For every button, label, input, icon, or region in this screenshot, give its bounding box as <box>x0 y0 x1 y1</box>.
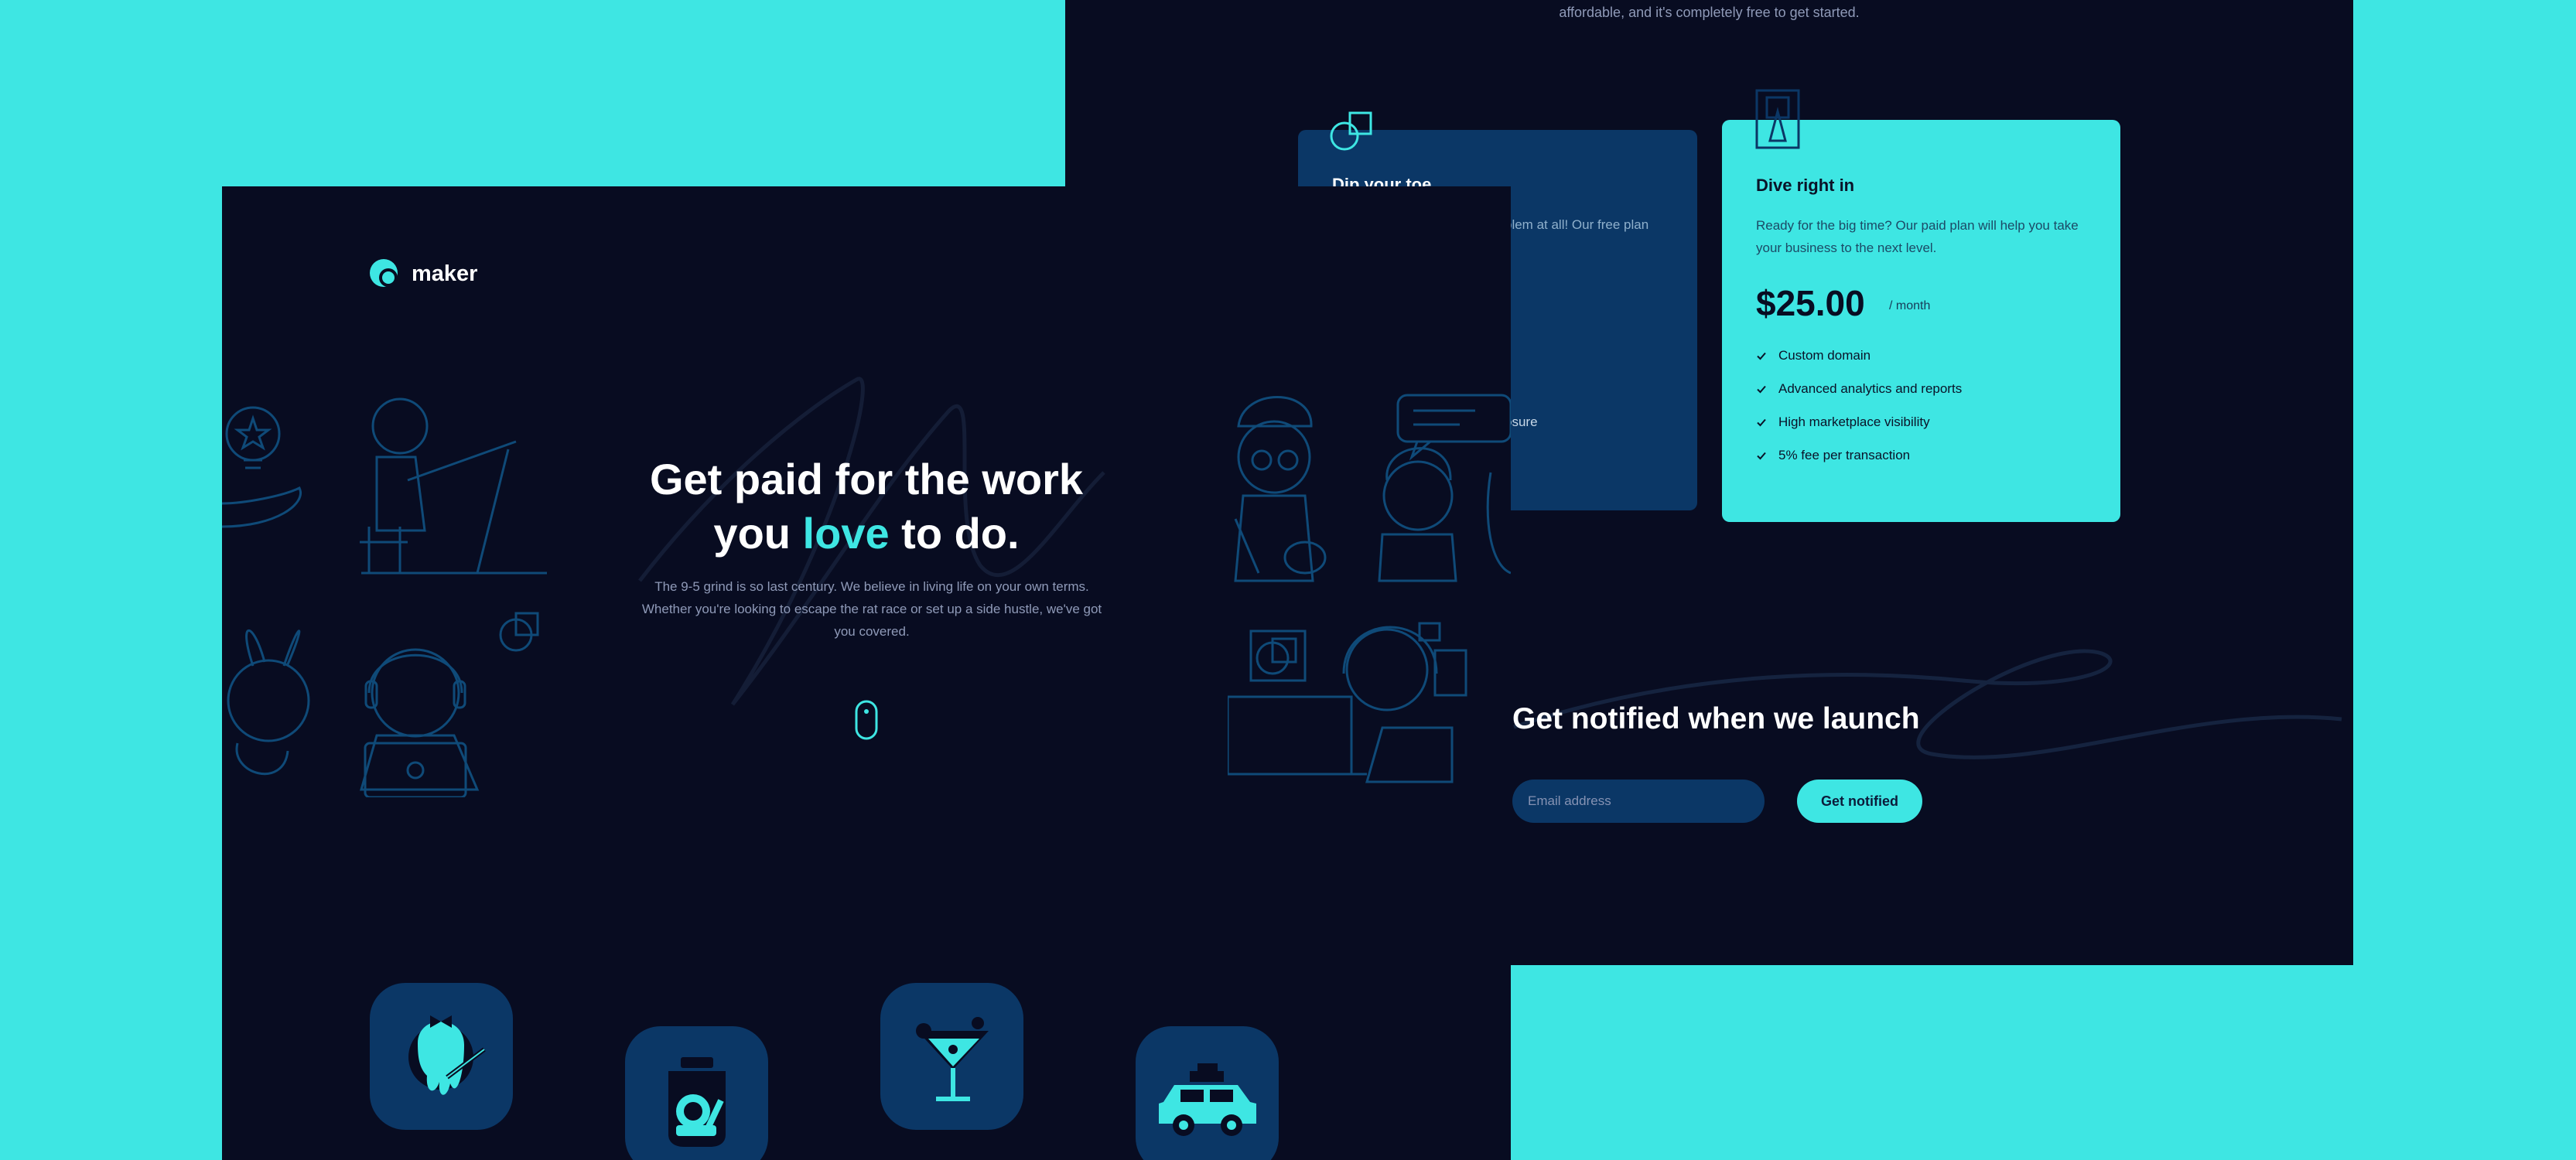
cocktail-tile[interactable] <box>880 983 1023 1130</box>
car-icon <box>1159 1063 1256 1136</box>
paid-plan-card: Dive right in Ready for the big time? Ou… <box>1722 120 2120 522</box>
hero-panel: maker Get paid for the work you love to … <box>222 186 1511 1160</box>
paid-plan-desc: Ready for the big time? Our paid plan wi… <box>1756 218 2079 255</box>
hero-description: The 9-5 grind is so last century. We bel… <box>641 579 1102 639</box>
email-input[interactable] <box>1512 780 1765 823</box>
paid-feature-label: High marketplace visibility <box>1778 415 1930 429</box>
maker-logo-icon <box>370 259 398 287</box>
pencil-frame-icon <box>1755 89 1800 149</box>
notify-title: Get notified when we launch <box>1512 702 1920 735</box>
paid-feature-label: 5% fee per transaction <box>1778 448 1911 462</box>
car-tile[interactable] <box>1136 1026 1279 1160</box>
hero-title-highlight: love <box>802 509 890 558</box>
money-jar-icon <box>668 1057 726 1147</box>
hero-title-you: you <box>713 509 791 558</box>
paid-feature-item: Advanced analytics and reports <box>1756 381 1962 397</box>
paid-feature-label: Advanced analytics and reports <box>1778 381 1963 396</box>
circle-square-icon <box>1330 111 1372 151</box>
logo[interactable]: maker <box>370 258 477 290</box>
hero-title-end: to do. <box>901 509 1020 558</box>
paint-tile[interactable] <box>370 983 513 1130</box>
check-icon <box>1757 418 1766 427</box>
paint-splash-icon <box>408 1015 486 1095</box>
check-icon <box>1757 352 1766 360</box>
paid-plan-price: $25.00 <box>1756 283 1865 323</box>
paid-feature-label: Custom domain <box>1778 348 1871 363</box>
paid-feature-item: Custom domain <box>1756 348 1871 363</box>
paid-plan-title: Dive right in <box>1756 176 1855 195</box>
creators-illustration-left <box>222 397 547 797</box>
hero-title: Get paid for the work you love to do. <box>222 452 1511 561</box>
hero-title-line1: Get paid for the work <box>649 455 1084 503</box>
logo-text: maker <box>412 261 478 286</box>
scroll-down-icon[interactable] <box>855 700 878 740</box>
creators-illustration-right <box>1228 394 1511 783</box>
check-icon <box>1757 385 1766 394</box>
paid-feature-item: 5% fee per transaction <box>1756 448 1910 463</box>
cocktail-icon <box>916 1017 989 1101</box>
pricing-intro-text: affordable, and it's completely free to … <box>1559 5 1860 20</box>
get-notified-button[interactable]: Get notified <box>1797 780 1922 823</box>
money-jar-tile[interactable] <box>625 1026 768 1160</box>
paid-plan-period: / month <box>1889 299 1931 312</box>
paid-feature-item: High marketplace visibility <box>1756 415 1930 430</box>
check-icon <box>1757 452 1766 460</box>
